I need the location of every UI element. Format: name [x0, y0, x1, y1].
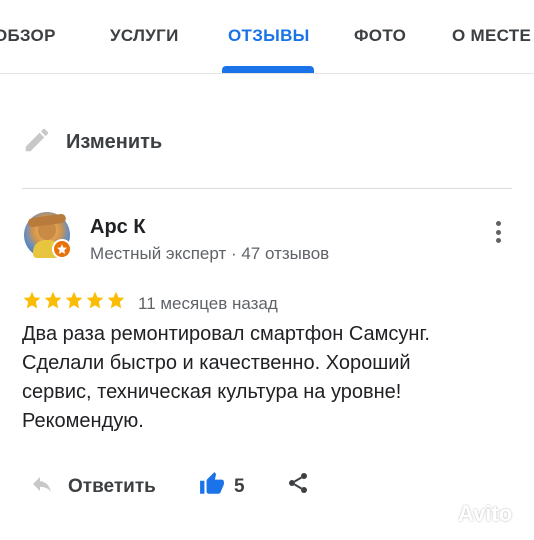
reply-label: Ответить [68, 475, 156, 497]
reviewer-meta: Местный эксперт · 47 отзывов [90, 244, 330, 263]
pencil-icon [22, 125, 52, 160]
reply-button[interactable]: Ответить [28, 472, 156, 501]
tab-services[interactable]: УСЛУГИ [110, 26, 179, 46]
avito-watermark: Avito [424, 500, 512, 528]
rating-stars [22, 290, 126, 310]
like-count: 5 [234, 475, 245, 497]
more-options-icon[interactable] [486, 218, 510, 246]
reply-icon [28, 472, 56, 501]
review-text: Два раза ремонтировал смартфон Самсунг. … [22, 320, 522, 436]
review-text-line: Сделали быстро и качественно. Хороший [22, 352, 411, 374]
edit-review-button[interactable]: Изменить [22, 122, 162, 162]
edit-label: Изменить [66, 130, 163, 153]
like-button[interactable]: 5 [198, 471, 245, 502]
review-text-line: сервис, техническая культура на уровне! [22, 381, 402, 403]
tab-about[interactable]: О МЕСТЕ [452, 26, 531, 46]
tab-reviews[interactable]: ОТЗЫВЫ [228, 26, 310, 46]
avito-logo-icon [426, 502, 451, 527]
active-tab-indicator [222, 66, 314, 73]
reviewer-name[interactable]: Арс К [90, 216, 146, 239]
star-icon [23, 291, 41, 309]
watermark-text: Avito [458, 501, 513, 526]
review-text-line: Рекомендую. [22, 410, 144, 432]
star-icon [44, 291, 62, 309]
review-date: 11 месяцев назад [138, 294, 278, 313]
local-guide-badge-icon [52, 239, 72, 259]
share-button[interactable] [286, 470, 310, 501]
review-text-line: Два раза ремонтировал смартфон Самсунг. [22, 323, 430, 345]
divider [22, 188, 512, 189]
share-icon [286, 470, 310, 501]
star-icon [107, 291, 125, 309]
tab-bar: ОБЗОР УСЛУГИ ОТЗЫВЫ ФОТО О МЕСТЕ [0, 0, 534, 74]
tab-overview[interactable]: ОБЗОР [0, 26, 56, 46]
tab-photos[interactable]: ФОТО [354, 26, 406, 46]
star-icon [86, 291, 104, 309]
thumbs-up-icon [198, 471, 226, 502]
star-icon [65, 291, 83, 309]
